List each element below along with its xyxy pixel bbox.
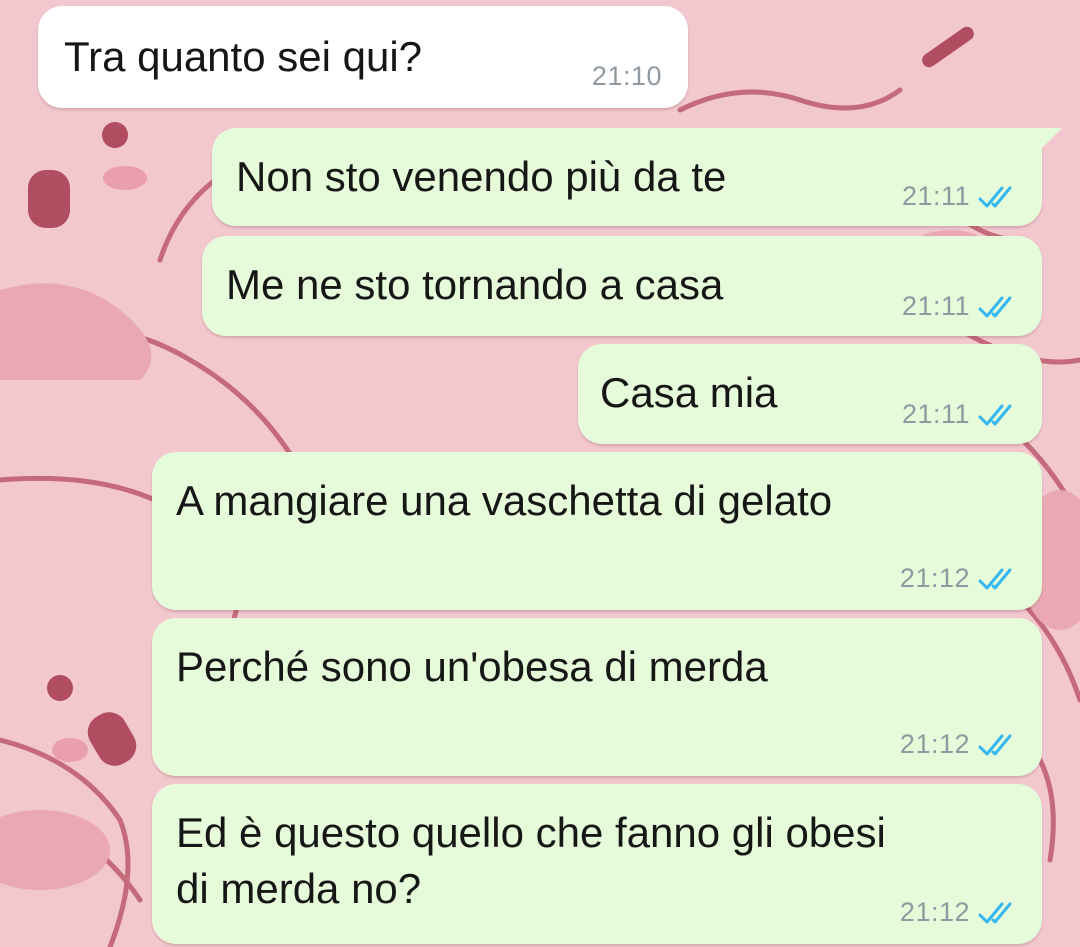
- message-text: Me ne sto tornando a casa: [226, 261, 724, 308]
- message-text: A mangiare una vaschetta di gelato: [176, 477, 833, 524]
- message-text: Non sto venendo più da te: [236, 153, 727, 200]
- double-check-read-icon: [978, 566, 1018, 592]
- double-check-read-icon: [978, 184, 1018, 210]
- message-timestamp: 21:12: [899, 563, 970, 593]
- message-timestamp: 21:11: [901, 291, 970, 321]
- bubble-tail: [1036, 128, 1062, 154]
- outgoing-message-bubble[interactable]: A mangiare una vaschetta di gelato 21:12: [152, 452, 1042, 610]
- outgoing-message-bubble[interactable]: Non sto venendo più da te 21:11: [212, 128, 1042, 226]
- message-text: Perché sono un'obesa di merda: [176, 643, 768, 690]
- outgoing-message-bubble[interactable]: Ed è questo quello che fanno gli obesi d…: [152, 784, 1042, 944]
- incoming-message-bubble[interactable]: Tra quanto sei qui? 21:10: [38, 6, 688, 108]
- message-text: Casa mia: [600, 369, 778, 416]
- double-check-read-icon: [978, 900, 1018, 926]
- message-text-line: Ed è questo quello che fanno gli obesi: [176, 809, 886, 856]
- double-check-read-icon: [978, 294, 1018, 320]
- outgoing-message-bubble[interactable]: Casa mia 21:11: [578, 344, 1042, 444]
- outgoing-message-bubble[interactable]: Perché sono un'obesa di merda 21:12: [152, 618, 1042, 776]
- message-timestamp: 21:11: [901, 181, 970, 211]
- message-text: Tra quanto sei qui?: [64, 33, 423, 80]
- double-check-read-icon: [978, 402, 1018, 428]
- message-timestamp: 21:10: [591, 61, 662, 91]
- message-timestamp: 21:12: [899, 897, 970, 927]
- outgoing-message-bubble[interactable]: Me ne sto tornando a casa 21:11: [202, 236, 1042, 336]
- message-timestamp: 21:12: [899, 729, 970, 759]
- message-text-line: di merda no?: [176, 865, 422, 912]
- double-check-read-icon: [978, 732, 1018, 758]
- message-timestamp: 21:11: [901, 399, 970, 429]
- chat-thread: Tra quanto sei qui? 21:10 Non sto venend…: [0, 0, 1080, 947]
